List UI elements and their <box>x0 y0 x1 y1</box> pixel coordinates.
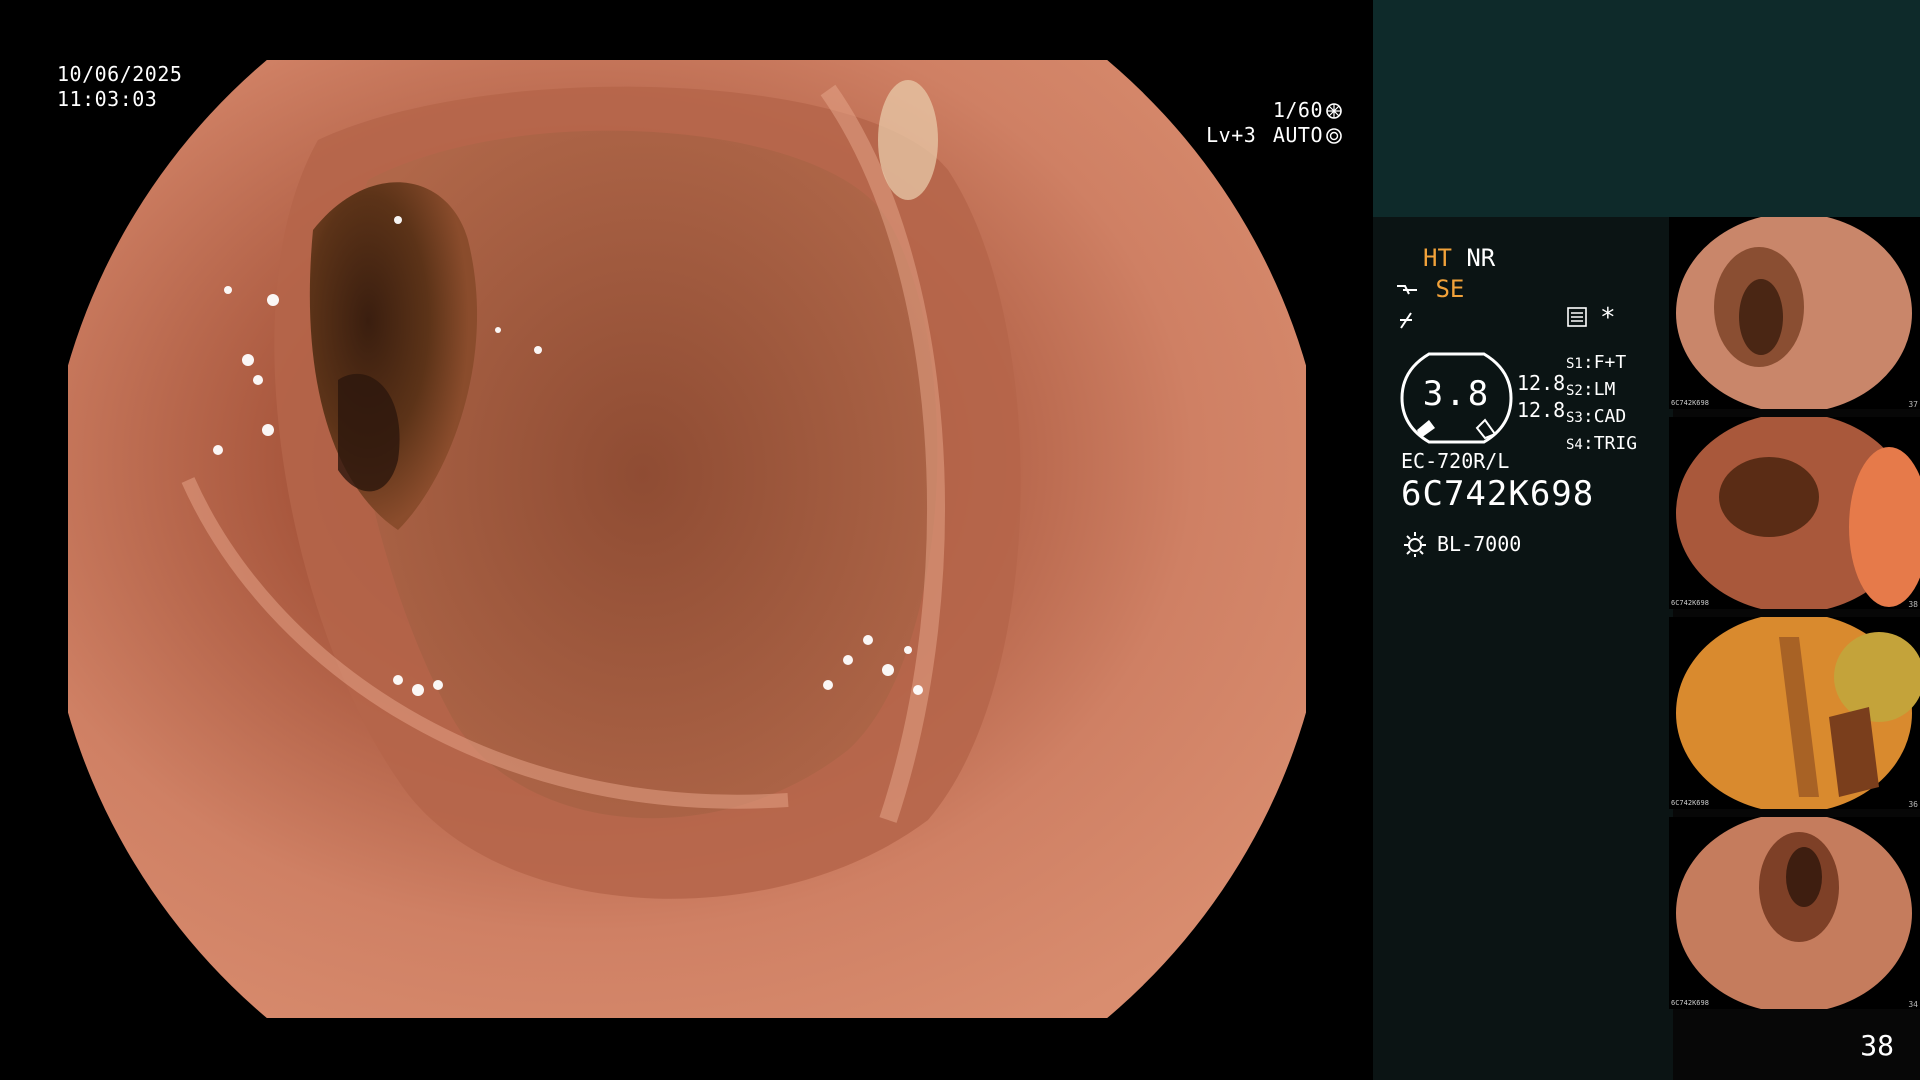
image-modes: HT NR SE <box>1397 243 1496 336</box>
s-value: F+T <box>1593 352 1627 373</box>
iris-icon <box>1326 127 1342 144</box>
balance-top: 12.8 <box>1517 371 1566 395</box>
thumbnail[interactable]: 6C742K698 38 <box>1669 417 1920 609</box>
s-value: TRIG <box>1593 433 1638 454</box>
s-key: S1 <box>1566 356 1583 372</box>
thumbnail[interactable]: 6C742K698 36 <box>1669 617 1920 809</box>
scope-model: EC-720R/L <box>1401 449 1510 473</box>
s-value: CAD <box>1593 406 1627 427</box>
light-source-name: BL-7000 <box>1437 532 1522 556</box>
thumbnail-index: 34 <box>1908 1000 1918 1009</box>
freeze-icon <box>1400 312 1412 329</box>
gauge-value: 3.8 <box>1422 374 1491 414</box>
main-endoscope-view: 10/06/2025 11:03:03 1/60 Lv+3 AUTO <box>0 0 1373 1080</box>
page-number: 38 <box>1860 1029 1894 1062</box>
exposure-settings: 1/60 Lv+3 AUTO <box>1206 98 1343 148</box>
scope-switch-list: S1:F+T S2:LM S3:CAD S4:TRIG <box>1566 352 1638 454</box>
thumbnail-strip: 6C742K698 37 6C742K698 38 6C742K698 36 6… <box>1669 217 1920 1017</box>
s-key: S3 <box>1566 410 1583 426</box>
mode-se: SE <box>1435 275 1465 303</box>
mode-nr: NR <box>1466 244 1496 272</box>
balance-values: 12.8 12.8 <box>1517 370 1565 424</box>
s-value: LM <box>1593 379 1616 400</box>
thumbnail-serial: 6C742K698 <box>1671 999 1709 1007</box>
s-key: S2 <box>1566 383 1583 399</box>
processor-info <box>1373 217 1673 1080</box>
thumbnail-serial: 6C742K698 <box>1671 399 1709 407</box>
thumbnail[interactable]: 6C742K698 37 <box>1669 217 1920 409</box>
enhancement-level: Lv+3 <box>1206 123 1257 147</box>
mode-ht: HT <box>1423 244 1452 272</box>
shutter-icon <box>1326 102 1342 119</box>
asterisk-marker: * <box>1600 303 1616 333</box>
thumbnail-serial: 6C742K698 <box>1671 599 1709 607</box>
thumbnail-index: 37 <box>1908 400 1918 409</box>
panel-header-block <box>1373 0 1920 217</box>
light-source: BL-7000 <box>1401 530 1521 558</box>
structure-enhance-icon <box>1397 285 1417 295</box>
thumbnail-serial: 6C742K698 <box>1671 799 1709 807</box>
thumbnail-image <box>1676 417 1920 609</box>
thumbnail-image <box>1676 617 1920 809</box>
shutter-speed: 1/60 <box>1272 98 1323 122</box>
side-panel: HT NR SE * 3.8 12.8 12.8 S1:F+T S2:LM S3 <box>1373 0 1920 1080</box>
endoscopic-image <box>68 60 1306 1018</box>
thumbnail-image <box>1676 817 1912 1009</box>
thumbnail-index: 38 <box>1908 600 1918 609</box>
date-time-readout: 10/06/2025 11:03:03 <box>57 62 182 112</box>
thumbnail-index: 36 <box>1908 800 1918 809</box>
date-text: 10/06/2025 <box>57 62 183 86</box>
time-text: 11:03:03 <box>57 87 158 111</box>
iris-mode: AUTO <box>1272 123 1323 147</box>
balance-bottom: 12.8 <box>1517 398 1566 422</box>
s-key: S4 <box>1566 437 1583 453</box>
thumbnail[interactable]: 6C742K698 34 <box>1669 817 1920 1009</box>
thumbnail-image <box>1676 217 1912 409</box>
light-bulb-icon <box>1404 532 1426 557</box>
scope-serial: 6C742K698 <box>1401 474 1595 514</box>
document-icon <box>1567 307 1587 327</box>
